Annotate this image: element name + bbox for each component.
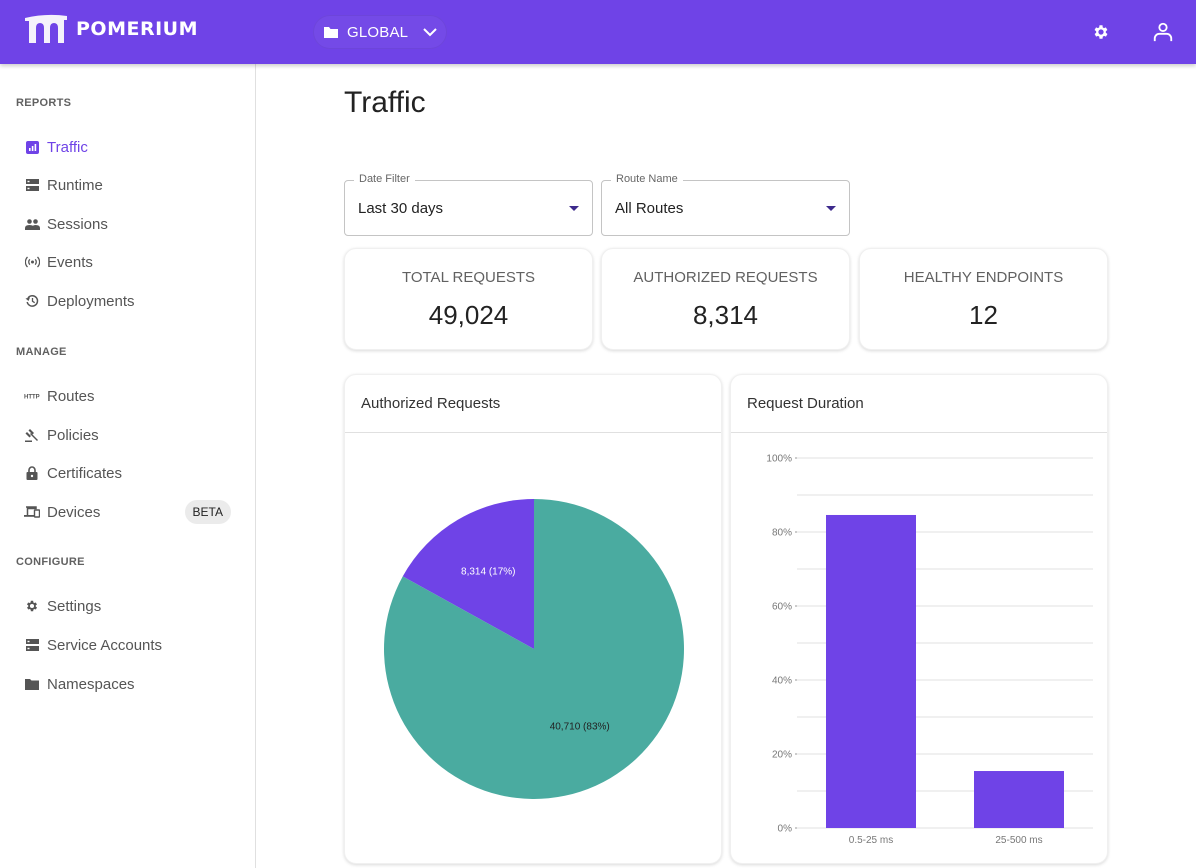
x-tick-label: 25-500 ms xyxy=(995,835,1042,846)
bar[interactable] xyxy=(974,771,1064,828)
y-tick-label: 100% xyxy=(766,454,792,465)
card-title: Request Duration xyxy=(731,375,1107,433)
settings-button[interactable] xyxy=(1089,20,1113,44)
date-filter-value: Last 30 days xyxy=(358,200,444,217)
date-filter-select[interactable]: Date Filter Last 30 days xyxy=(344,173,593,236)
stat-label: TOTAL REQUESTS xyxy=(401,269,536,286)
pomerium-logo-icon xyxy=(25,14,67,43)
sidebar-item-namespaces[interactable]: Namespaces xyxy=(0,665,255,703)
sidebar-item-settings[interactable]: Settings xyxy=(0,587,255,625)
sidebar-item-label: Routes xyxy=(47,387,95,405)
sidebar-item-policies[interactable]: Policies xyxy=(0,416,255,454)
history-icon xyxy=(24,293,40,309)
sidebar-item-label: Deployments xyxy=(47,292,135,310)
sidebar-item-label: Sessions xyxy=(47,215,108,233)
y-tick-label: 40% xyxy=(772,676,792,687)
sidebar-item-label: Runtime xyxy=(47,176,103,194)
stat-value: 49,024 xyxy=(428,300,509,330)
caret-down-icon xyxy=(569,206,579,211)
beta-badge: BETA xyxy=(184,500,231,524)
sidebar-item-label: Traffic xyxy=(47,138,88,156)
http-icon: HTTP xyxy=(24,388,40,404)
storage-icon xyxy=(24,177,40,193)
section-title-configure: CONFIGURE xyxy=(16,556,85,568)
bar-chart-icon xyxy=(24,139,40,155)
date-filter-label: Date Filter xyxy=(354,173,415,185)
sidebar-item-label: Devices xyxy=(47,503,101,521)
gavel-icon xyxy=(24,427,40,443)
storage-icon xyxy=(24,637,40,653)
user-menu-button[interactable] xyxy=(1151,20,1175,44)
sidebar-item-label: Events xyxy=(47,253,93,271)
sidebar-item-events[interactable]: Events xyxy=(0,243,255,281)
stat-card-healthy-endpoints: HEALTHY ENDPOINTS 12 xyxy=(859,248,1108,350)
sidebar-item-service-accounts[interactable]: Service Accounts xyxy=(0,626,255,664)
sidebar-item-traffic[interactable]: Traffic xyxy=(0,128,255,166)
y-tick-label: 80% xyxy=(772,528,792,539)
logo[interactable]: POMERIUM xyxy=(24,14,198,44)
route-name-value: All Routes xyxy=(615,200,684,217)
sidebar: REPORTS Traffic Runtime Sessions Events … xyxy=(0,64,256,868)
svg-text:HTTP: HTTP xyxy=(24,395,40,401)
page-title: Traffic xyxy=(344,86,426,119)
namespace-label: GLOBAL xyxy=(347,23,409,41)
y-tick-label: 20% xyxy=(772,750,792,761)
caret-down-icon xyxy=(826,206,836,211)
section-title-manage: MANAGE xyxy=(16,346,67,358)
sidebar-item-label: Namespaces xyxy=(47,675,135,693)
namespace-selector[interactable]: GLOBAL xyxy=(313,15,447,49)
stat-value: 8,314 xyxy=(692,300,759,330)
route-name-label: Route Name xyxy=(611,173,683,185)
pie-slice-label: 40,710 (83%) xyxy=(550,722,610,733)
lock-icon xyxy=(24,465,40,481)
y-tick-label: 0% xyxy=(778,824,793,835)
sidebar-item-label: Certificates xyxy=(47,464,123,482)
sidebar-item-label: Policies xyxy=(47,426,99,444)
bar-chart: 0% 20% 40% 60% 80% 100% 0.5-25 ms 25-500 ms xyxy=(766,454,1093,846)
sidebar-item-label: Settings xyxy=(47,597,102,615)
user-icon xyxy=(1153,22,1173,42)
pie-slice-label: 8,314 (17%) xyxy=(461,566,515,577)
devices-icon xyxy=(24,504,40,520)
sidebar-item-certificates[interactable]: Certificates xyxy=(0,454,255,492)
sidebar-item-label: Service Accounts xyxy=(47,636,163,654)
sidebar-item-deployments[interactable]: Deployments xyxy=(0,282,255,320)
top-bar: POMERIUM GLOBAL xyxy=(0,0,1196,64)
sidebar-item-runtime[interactable]: Runtime xyxy=(0,166,255,204)
stat-card-total-requests: TOTAL REQUESTS 49,024 xyxy=(344,248,593,350)
gear-icon xyxy=(1094,25,1108,39)
stat-card-authorized-requests: AUTHORIZED REQUESTS 8,314 xyxy=(601,248,850,350)
chevron-down-icon xyxy=(423,28,437,37)
people-icon xyxy=(24,216,40,232)
sidebar-item-sessions[interactable]: Sessions xyxy=(0,205,255,243)
x-tick-label: 0.5-25 ms xyxy=(849,835,893,846)
folder-icon xyxy=(24,676,40,692)
brand-name: POMERIUM xyxy=(76,18,198,40)
pie-chart: 8,314 (17%) 40,710 (83%) xyxy=(384,499,684,799)
gear-icon xyxy=(24,598,40,614)
stat-value: 12 xyxy=(969,300,998,330)
y-tick-label: 60% xyxy=(772,602,792,613)
stat-label: AUTHORIZED REQUESTS xyxy=(633,269,818,286)
sidebar-item-routes[interactable]: HTTP Routes xyxy=(0,377,255,415)
stat-label: HEALTHY ENDPOINTS xyxy=(903,269,1064,286)
bar[interactable] xyxy=(826,514,916,828)
authorized-requests-card: Authorized Requests 8,314 (17%) 40,710 (8… xyxy=(344,374,722,864)
route-name-select[interactable]: Route Name All Routes xyxy=(601,173,850,236)
section-title-reports: REPORTS xyxy=(16,97,72,109)
card-title: Authorized Requests xyxy=(345,375,721,433)
request-duration-card: Request Duration 0% 20% 40% 60% 80% 100% 0.5-2… xyxy=(730,374,1108,864)
folder-icon xyxy=(324,27,338,38)
sidebar-item-devices[interactable]: Devices BETA xyxy=(0,493,255,531)
broadcast-icon xyxy=(24,254,40,270)
